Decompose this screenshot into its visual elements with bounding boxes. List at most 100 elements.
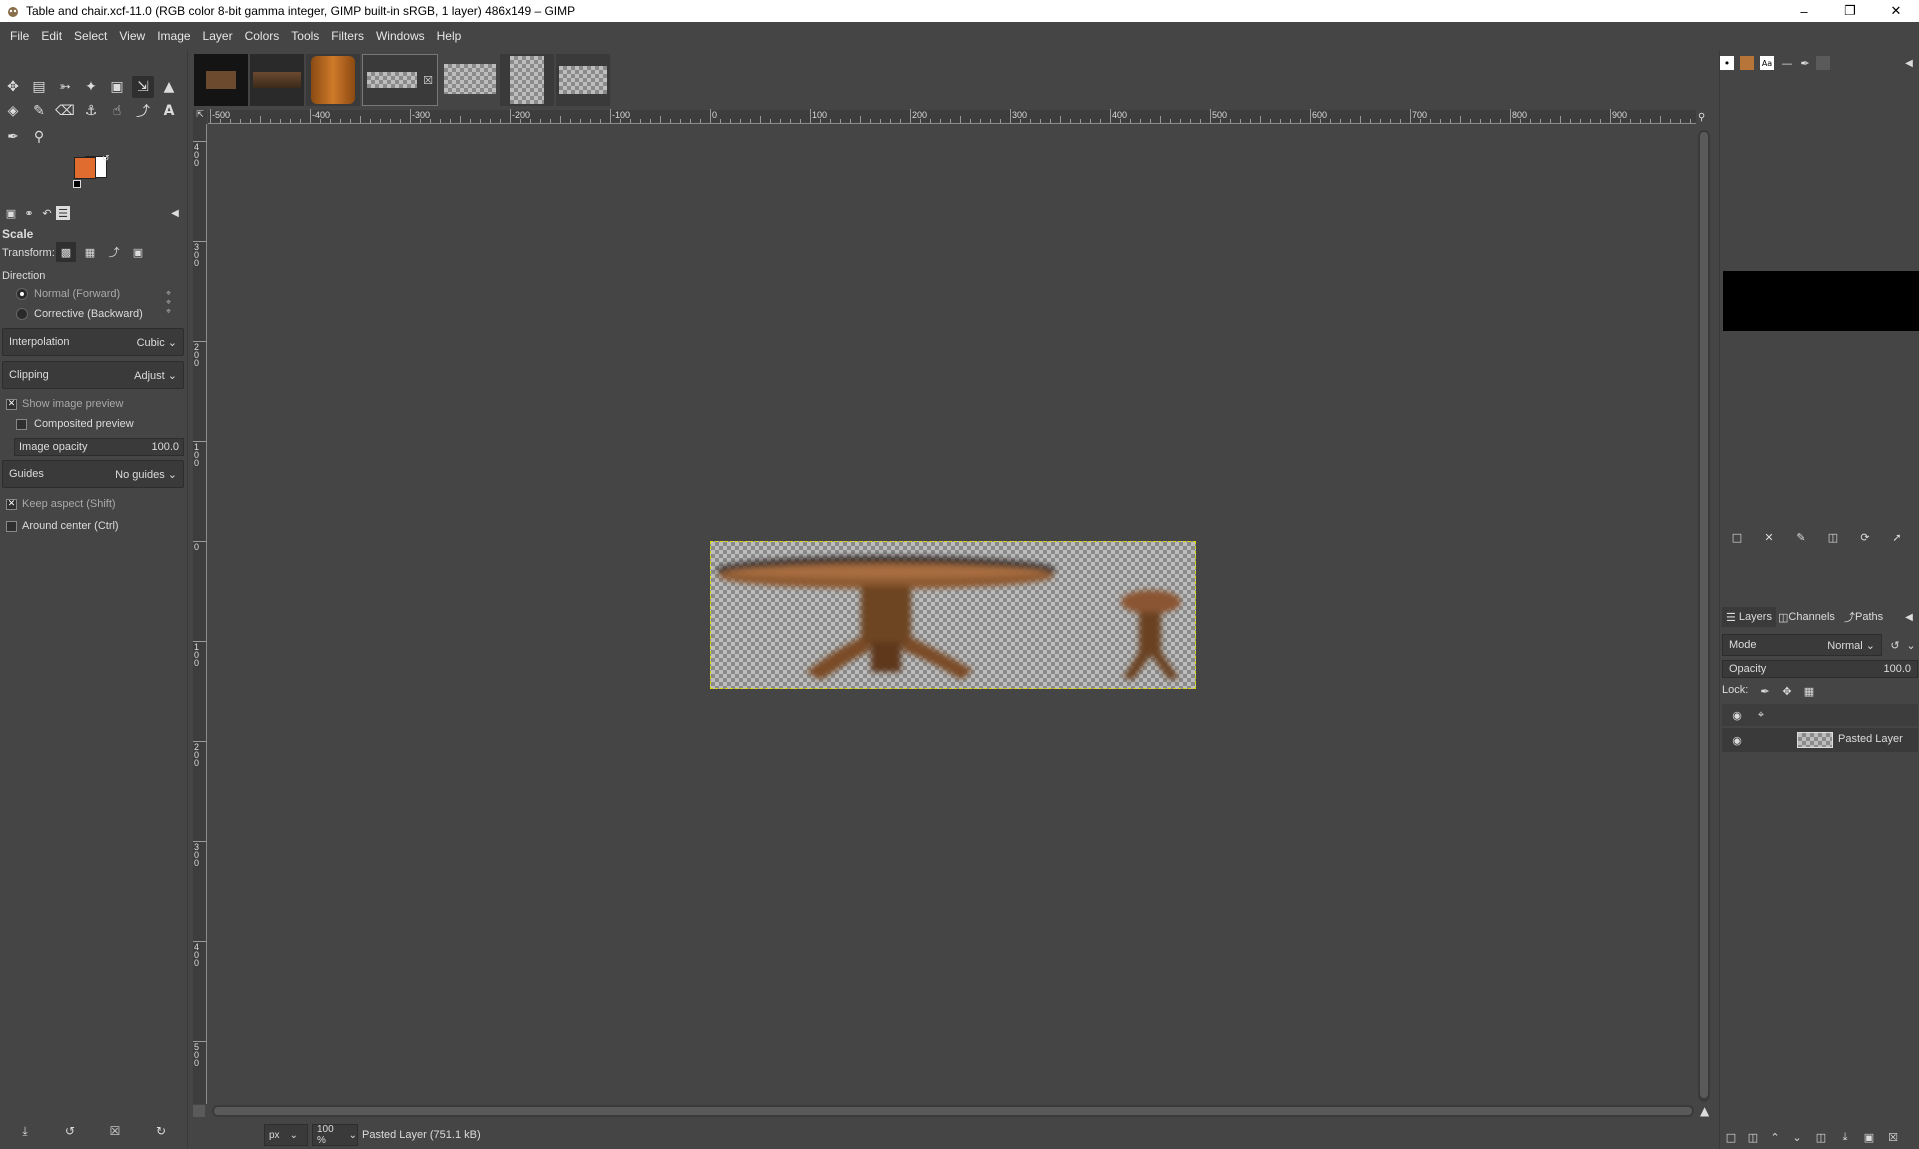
default-colors-icon[interactable] bbox=[73, 180, 81, 188]
close-tab-icon[interactable]: ☒ bbox=[423, 74, 433, 87]
around-center-checkbox[interactable] bbox=[6, 521, 17, 532]
delete-layer-icon[interactable]: ☒ bbox=[1884, 1128, 1902, 1146]
free-select-tool-icon[interactable]: ➳ bbox=[54, 76, 76, 98]
configure-tab-icon[interactable]: ◀ bbox=[164, 202, 186, 224]
minimize-button[interactable]: – bbox=[1781, 0, 1827, 22]
menu-windows[interactable]: Windows bbox=[370, 29, 431, 43]
rect-select-tool-icon[interactable]: ▤ bbox=[28, 76, 50, 98]
palette-tab-icon[interactable] bbox=[1816, 56, 1830, 70]
save-options-icon[interactable]: ⤓ bbox=[14, 1120, 36, 1142]
refresh-brushes-icon[interactable]: ⟳ bbox=[1856, 528, 1874, 546]
delete-brush-icon[interactable]: ✕ bbox=[1760, 528, 1778, 546]
lower-layer-icon[interactable]: ⌄ bbox=[1788, 1128, 1806, 1146]
merge-layer-icon[interactable]: ⤓ bbox=[1836, 1128, 1854, 1146]
image-tab-2[interactable] bbox=[250, 54, 304, 106]
menu-colors[interactable]: Colors bbox=[239, 29, 286, 43]
reset-options-icon[interactable]: ↻ bbox=[150, 1120, 172, 1142]
menu-tools[interactable]: Tools bbox=[285, 29, 325, 43]
transform-image-icon[interactable]: ▣ bbox=[128, 242, 148, 262]
chevron-down-icon[interactable]: ⌄ bbox=[1902, 636, 1919, 654]
tab-layers[interactable]: ☰ Layers bbox=[1722, 607, 1776, 627]
image-tab-active[interactable]: ☒ bbox=[362, 54, 438, 106]
guides-select[interactable]: Guides No guides ⌄ bbox=[2, 460, 184, 488]
swap-colors-icon[interactable]: ↺ bbox=[102, 154, 110, 164]
image-tab-7[interactable] bbox=[556, 54, 610, 106]
quick-mask-toggle[interactable] bbox=[193, 1105, 205, 1117]
image-tab-5[interactable] bbox=[444, 64, 496, 94]
eraser-tool-icon[interactable]: ⌫ bbox=[54, 100, 76, 122]
image-tab-1[interactable] bbox=[194, 54, 248, 106]
fuzzy-select-tool-icon[interactable]: ✦ bbox=[80, 76, 102, 98]
image-opacity-slider[interactable]: Image opacity 100.0 bbox=[14, 438, 184, 456]
menu-help[interactable]: Help bbox=[431, 29, 468, 43]
direction-corrective-radio[interactable] bbox=[16, 308, 28, 320]
unit-select[interactable]: px ⌄ bbox=[264, 1124, 308, 1146]
configure-layers-tab-icon[interactable]: ◀ bbox=[1900, 608, 1918, 626]
new-brush-icon[interactable]: □ bbox=[1728, 528, 1746, 546]
transform-path-icon[interactable]: ⤴ bbox=[104, 242, 124, 262]
layer-mode-select[interactable]: Mode Normal ⌄ bbox=[1722, 634, 1882, 656]
menu-layer[interactable]: Layer bbox=[197, 29, 239, 43]
image-tab-6[interactable] bbox=[500, 54, 554, 106]
close-button[interactable]: ✕ bbox=[1873, 0, 1919, 22]
raise-layer-icon[interactable]: ⌃ bbox=[1766, 1128, 1784, 1146]
color-picker-tool-icon[interactable]: ✒ bbox=[2, 126, 24, 148]
duplicate-brush-icon[interactable]: ◫ bbox=[1824, 528, 1842, 546]
menu-image[interactable]: Image bbox=[151, 29, 196, 43]
lock-alpha-icon[interactable]: ▦ bbox=[1800, 682, 1818, 700]
maximize-button[interactable]: ❐ bbox=[1827, 0, 1873, 22]
undo-history-tab-icon[interactable]: ↶ bbox=[36, 202, 58, 224]
warp-tool-icon[interactable]: ▲ bbox=[158, 76, 180, 98]
restore-options-icon[interactable]: ↺ bbox=[59, 1120, 81, 1142]
gradients-tab-icon[interactable]: — bbox=[1778, 54, 1796, 72]
composited-preview-checkbox[interactable] bbox=[16, 419, 27, 430]
move-tool-icon[interactable]: ✥ bbox=[2, 76, 24, 98]
horizontal-scrollbar-thumb[interactable] bbox=[214, 1107, 1692, 1115]
zoom-image-icon[interactable]: ⚲ bbox=[1698, 112, 1710, 124]
crop-tool-icon[interactable]: ▣ bbox=[106, 76, 128, 98]
horizontal-scrollbar[interactable] bbox=[212, 1105, 1694, 1117]
show-preview-checkbox[interactable]: ✕ bbox=[6, 399, 17, 410]
ruler-origin-icon[interactable]: ⇱ bbox=[193, 110, 207, 124]
paintbrush-tool-icon[interactable]: ✎ bbox=[28, 100, 50, 122]
tab-channels[interactable]: ◫ Channels bbox=[1776, 607, 1837, 627]
fonts-tab-icon[interactable]: Aa bbox=[1760, 56, 1774, 70]
image-tab-3[interactable] bbox=[306, 54, 360, 106]
smudge-tool-icon[interactable]: ☝ bbox=[106, 100, 128, 122]
configure-dock-icon[interactable]: ◀ bbox=[1900, 54, 1918, 72]
edit-brush-icon[interactable]: ✎ bbox=[1792, 528, 1810, 546]
open-brush-icon[interactable]: ➚ bbox=[1888, 528, 1906, 546]
pasted-layer-canvas-image[interactable] bbox=[710, 541, 1196, 689]
delete-options-icon[interactable]: ☒ bbox=[104, 1120, 126, 1142]
horizontal-ruler[interactable]: -500 -400 -300 -200 -100 0 100 200 300 400 500 600 7… bbox=[208, 109, 1696, 124]
eye-icon[interactable]: ◉ bbox=[1728, 731, 1746, 749]
clipping-select[interactable]: Clipping Adjust ⌄ bbox=[2, 361, 184, 389]
tab-paths[interactable]: ⤴ Paths bbox=[1842, 607, 1885, 627]
navigate-icon[interactable]: ▲ bbox=[1700, 1104, 1709, 1118]
menu-edit[interactable]: Edit bbox=[35, 29, 68, 43]
menu-view[interactable]: View bbox=[113, 29, 151, 43]
vertical-scrollbar-thumb[interactable] bbox=[1700, 132, 1708, 1098]
paths-tool-icon[interactable]: ⤴ bbox=[132, 100, 154, 122]
menu-select[interactable]: Select bbox=[68, 29, 113, 43]
images-tab-icon[interactable]: ☰ bbox=[56, 206, 70, 220]
clone-tool-icon[interactable]: ⚓ bbox=[80, 100, 102, 122]
menu-file[interactable]: File bbox=[4, 29, 35, 43]
zoom-tool-icon[interactable]: ⚲ bbox=[28, 126, 50, 148]
layer-row[interactable]: ◉ Pasted Layer bbox=[1722, 728, 1918, 752]
mask-layer-icon[interactable]: ▣ bbox=[1860, 1128, 1878, 1146]
zoom-select[interactable]: 100 % ⌄ bbox=[312, 1124, 358, 1146]
lock-pixels-icon[interactable]: ✒ bbox=[1756, 682, 1774, 700]
new-layer-icon[interactable]: □ bbox=[1722, 1128, 1740, 1146]
patterns-tab-icon[interactable] bbox=[1740, 56, 1754, 70]
vertical-scrollbar[interactable] bbox=[1698, 130, 1710, 1102]
menu-filters[interactable]: Filters bbox=[325, 29, 370, 43]
bucket-fill-tool-icon[interactable]: ◈ bbox=[2, 100, 24, 122]
lock-position-icon[interactable]: ✥ bbox=[1778, 682, 1796, 700]
brushes-tab-icon[interactable]: • bbox=[1720, 56, 1734, 70]
transform-selection-icon[interactable]: ▦ bbox=[80, 242, 100, 262]
text-tool-icon[interactable]: A bbox=[158, 100, 180, 122]
foreground-color-swatch[interactable] bbox=[74, 157, 96, 179]
layer-opacity-slider[interactable]: Opacity 100.0 bbox=[1722, 660, 1918, 678]
transform-layer-icon[interactable]: ▩ bbox=[56, 242, 76, 262]
